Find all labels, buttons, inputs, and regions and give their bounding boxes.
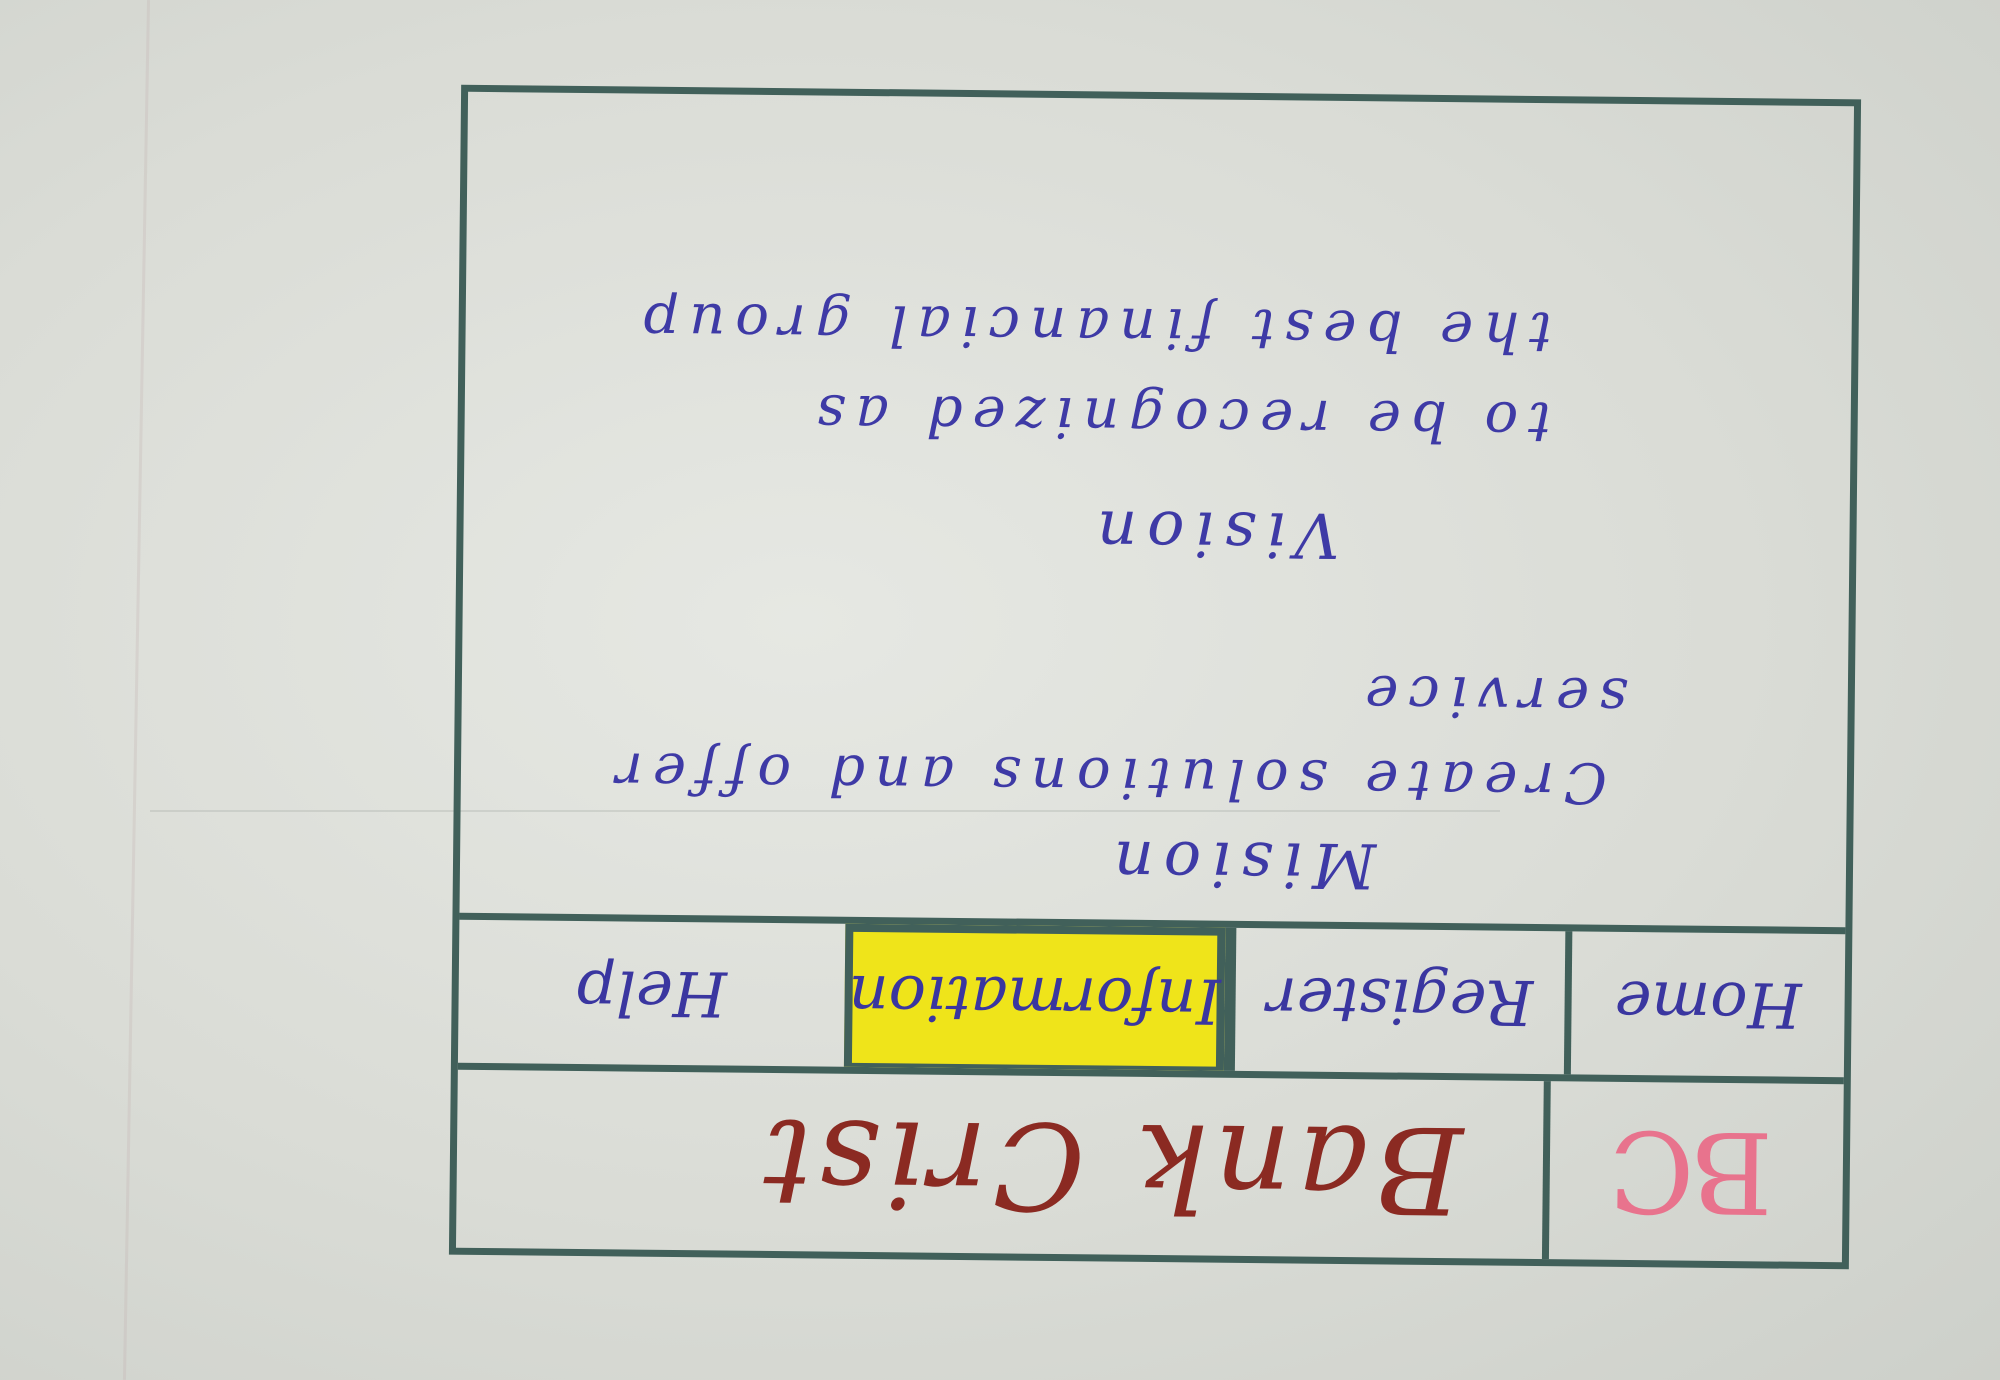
mission-text-line-2: service [1354, 662, 1629, 730]
nav-bar: Home Register Information Help [457, 912, 1846, 1078]
nav-item-help[interactable]: Help [458, 920, 845, 1067]
nav-item-home[interactable]: Home [1563, 931, 1846, 1078]
vision-text-line-2: the best financial group [633, 289, 1552, 365]
logo-cell[interactable]: BC [1541, 1081, 1844, 1263]
mission-title: Mision [1103, 826, 1377, 903]
nav-item-register[interactable]: Register [1223, 927, 1566, 1075]
logo: BC [1614, 1104, 1774, 1237]
brand-name: Bank Crist [756, 1091, 1464, 1239]
nav-item-label: Information [848, 960, 1222, 1038]
vision-text-line-1: to be recognized as [806, 381, 1552, 455]
paper-background: BC Bank Crist Home Register Information … [0, 0, 2000, 1380]
paper-margin-line [122, 0, 151, 1380]
nav-item-label: Help [576, 955, 728, 1031]
vision-title: Vision [1086, 496, 1340, 572]
header: BC Bank Crist [455, 1062, 1844, 1263]
nav-item-label: Home [1614, 966, 1802, 1042]
nav-item-information[interactable]: Information [843, 923, 1226, 1071]
nav-item-label: Register [1266, 963, 1534, 1039]
website-wireframe: BC Bank Crist Home Register Information … [448, 84, 1862, 1270]
mission-text-line-1: Create solutions and offer [605, 739, 1608, 815]
content-area: Mision Create solutions and offer servic… [459, 91, 1854, 927]
